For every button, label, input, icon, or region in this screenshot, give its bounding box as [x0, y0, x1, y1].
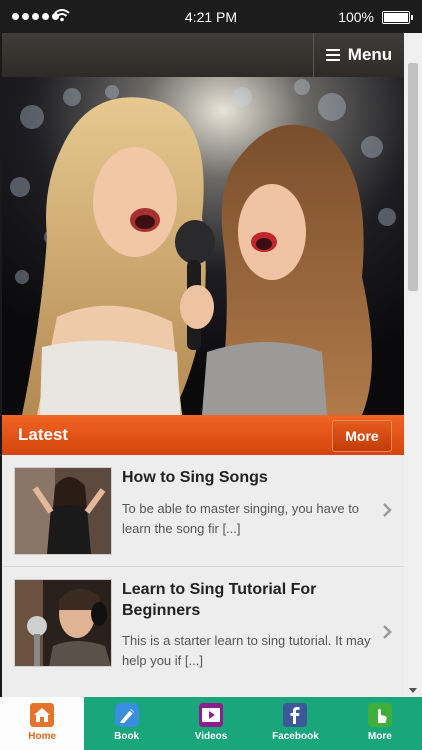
more-icon	[367, 703, 392, 727]
tab-label: Videos	[194, 731, 228, 742]
video-icon	[199, 703, 224, 727]
tab-book[interactable]: Book	[84, 697, 168, 750]
latest-section-header: Latest More	[2, 415, 404, 455]
tab-label: Home	[28, 731, 57, 742]
tab-videos[interactable]: Videos	[169, 697, 253, 750]
scrollbar-thumb[interactable]	[408, 63, 418, 291]
tab-label: More	[367, 731, 392, 742]
bottom-tab-bar: Home Book Videos Facebook More	[0, 697, 422, 750]
post-title: How to Sing Songs	[122, 469, 268, 486]
list-item[interactable]: Learn to Sing Tutorial For Beginners Thi…	[2, 567, 404, 697]
post-excerpt: To be able to master singing, you have t…	[122, 501, 360, 536]
status-bar: 4:21 PM 100%	[0, 0, 422, 33]
menu-button[interactable]: Menu	[313, 33, 404, 77]
scroll-down-arrow-icon[interactable]	[409, 688, 417, 693]
tab-facebook[interactable]: Facebook	[253, 697, 337, 750]
tab-home[interactable]: Home	[0, 697, 85, 750]
chevron-right-icon	[383, 625, 392, 639]
menu-button-label: Menu	[347, 45, 393, 64]
more-button[interactable]: More	[332, 420, 392, 452]
home-icon	[30, 703, 55, 727]
tab-label: Book	[114, 731, 140, 742]
scrollbar[interactable]	[404, 33, 422, 697]
book-icon	[114, 703, 139, 727]
battery-icon	[382, 11, 413, 24]
app-header: Menu	[2, 33, 404, 77]
hero-banner-image	[2, 77, 404, 415]
facebook-icon	[283, 703, 308, 727]
list-item[interactable]: How to Sing Songs To be able to master s…	[2, 455, 404, 566]
hamburger-icon	[325, 49, 340, 61]
tab-label: Facebook	[272, 731, 319, 742]
singers-photo	[2, 77, 404, 415]
post-excerpt: This is a starter learn to sing tutorial…	[122, 633, 371, 668]
posts-list: How to Sing Songs To be able to master s…	[2, 455, 404, 697]
latest-title: Latest	[18, 425, 69, 444]
battery-percentage: 100%	[338, 9, 374, 25]
chevron-right-icon	[383, 503, 392, 517]
post-thumbnail	[14, 467, 112, 555]
tab-more[interactable]: More	[338, 697, 422, 750]
post-thumbnail	[14, 579, 112, 667]
post-title: Learn to Sing Tutorial For Beginners	[122, 581, 317, 619]
